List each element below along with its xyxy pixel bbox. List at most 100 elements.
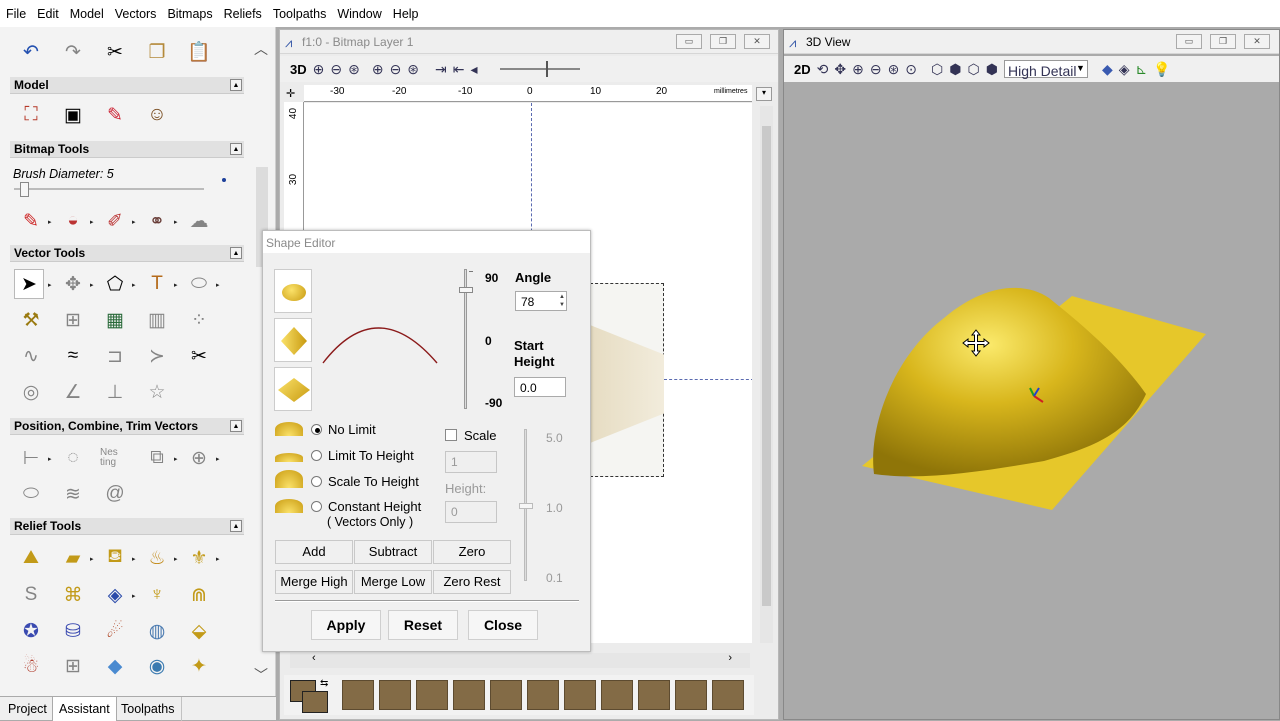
menu-file[interactable]: File bbox=[6, 7, 26, 21]
collapse-icon[interactable]: ▲ bbox=[230, 143, 242, 155]
model-size-icon[interactable]: ⛶ bbox=[16, 100, 46, 130]
top-view-icon[interactable]: ⬢ bbox=[986, 61, 998, 78]
mirror-icon[interactable]: ⊥ bbox=[100, 377, 130, 407]
colour-swatch[interactable] bbox=[416, 680, 448, 710]
colour-swatch[interactable] bbox=[453, 680, 485, 710]
relief-diamond-icon[interactable]: ◆ bbox=[100, 651, 130, 681]
shape-tool-icon[interactable]: ⬭ bbox=[184, 269, 214, 299]
relief-plane-icon[interactable]: ⬙ bbox=[184, 616, 214, 646]
scale-input[interactable]: 1 bbox=[445, 451, 497, 473]
3d-viewport[interactable] bbox=[784, 86, 1279, 719]
vertical-scrollbar[interactable] bbox=[760, 106, 773, 643]
fill-bucket-icon[interactable]: ◒ bbox=[58, 206, 88, 236]
relief-sweep-icon[interactable]: ⛾ bbox=[100, 543, 130, 573]
zoom-out-icon[interactable]: ⊖ bbox=[330, 61, 342, 78]
tab-project[interactable]: Project bbox=[2, 697, 54, 721]
paint-brush-icon[interactable]: ✎ bbox=[16, 206, 46, 236]
relief-s-icon[interactable]: S bbox=[16, 580, 46, 610]
section-relief-tools[interactable]: Relief Tools ▲ bbox=[10, 518, 244, 535]
offset-icon[interactable]: ⬭ bbox=[16, 479, 46, 509]
relief-arch-icon[interactable]: ⋒ bbox=[184, 580, 214, 610]
spiral-icon[interactable]: @ bbox=[100, 479, 130, 509]
node-edit-icon[interactable]: ⬠ bbox=[100, 269, 130, 299]
radio-constant-height[interactable] bbox=[311, 500, 322, 512]
subtract-button[interactable]: Subtract bbox=[354, 540, 432, 564]
array-icon[interactable]: ⁘ bbox=[184, 305, 214, 335]
relief-texture-icon[interactable]: ◈ bbox=[100, 580, 130, 610]
wave-icon[interactable]: ∿ bbox=[16, 341, 46, 371]
vector-draw-icon[interactable]: ⚒ bbox=[16, 305, 46, 335]
section-model[interactable]: Model ▲ bbox=[10, 77, 244, 94]
menu-toolpaths[interactable]: Toolpaths bbox=[273, 7, 327, 21]
collapse-icon[interactable]: ▲ bbox=[230, 520, 242, 532]
zigzag-icon[interactable]: ≈ bbox=[58, 341, 88, 371]
circle-dotted-icon[interactable]: ◌ bbox=[58, 443, 88, 473]
collapse-icon[interactable]: ▲ bbox=[230, 420, 242, 432]
zoom-in-icon[interactable]: ⊕ bbox=[313, 61, 325, 78]
option-constant-height[interactable]: Constant Height bbox=[275, 496, 421, 516]
waves-icon[interactable]: ≋ bbox=[58, 479, 88, 509]
restore-button[interactable]: ❐ bbox=[1210, 34, 1236, 49]
apply-button[interactable]: Apply bbox=[311, 610, 381, 640]
profile-round-button[interactable] bbox=[274, 269, 312, 313]
zoom-box-icon[interactable]: ⊙ bbox=[905, 61, 917, 78]
weld-icon[interactable]: ⊕ bbox=[184, 443, 214, 473]
cloud-icon[interactable]: ☁ bbox=[184, 206, 214, 236]
menu-vectors[interactable]: Vectors bbox=[115, 7, 157, 21]
colour-link-icon[interactable]: ⚭ bbox=[142, 206, 172, 236]
ruler-options-icon[interactable]: ▾ bbox=[756, 87, 772, 101]
cut-icon[interactable]: ✂ bbox=[100, 37, 130, 67]
zoom-out-icon[interactable]: ⊖ bbox=[870, 61, 882, 78]
relief-santa-icon[interactable]: ☃ bbox=[16, 651, 46, 681]
bracket-icon[interactable]: ⊐ bbox=[100, 341, 130, 371]
relief-smudge-icon[interactable]: ☄ bbox=[100, 616, 130, 646]
side-view-icon[interactable]: ⬡ bbox=[968, 61, 980, 78]
radio-limit-to-height[interactable] bbox=[311, 449, 322, 461]
option-limit-to-height[interactable]: Limit To Height bbox=[275, 445, 414, 465]
boxes-icon[interactable]: ⧉ bbox=[142, 443, 172, 473]
scale-checkbox[interactable] bbox=[445, 429, 457, 441]
menu-model[interactable]: Model bbox=[70, 7, 104, 21]
model-paint-icon[interactable]: ✎ bbox=[100, 100, 130, 130]
close-window-button[interactable]: ✕ bbox=[1244, 34, 1270, 49]
restore-button[interactable]: ❐ bbox=[710, 34, 736, 49]
option-scale-to-height[interactable]: Scale To Height bbox=[275, 470, 419, 491]
relief-extrude-icon[interactable]: ▰ bbox=[58, 543, 88, 573]
close-window-button[interactable]: ✕ bbox=[744, 34, 770, 49]
minimize-button[interactable]: ▭ bbox=[1176, 34, 1202, 49]
menu-help[interactable]: Help bbox=[393, 7, 419, 21]
collapse-icon[interactable]: ▲ bbox=[230, 247, 242, 259]
horizontal-scrollbar[interactable]: ‹ › bbox=[290, 652, 750, 668]
front-view-icon[interactable]: ⬢ bbox=[949, 61, 961, 78]
relief-column-icon[interactable]: ⊞ bbox=[58, 651, 88, 681]
relief-weave-icon[interactable]: ⚜ bbox=[184, 543, 214, 573]
minimize-button[interactable]: ▭ bbox=[676, 34, 702, 49]
nesting-icon[interactable]: Nes ting bbox=[100, 443, 130, 473]
menu-bitmaps[interactable]: Bitmaps bbox=[167, 7, 212, 21]
tab-assistant[interactable]: Assistant bbox=[52, 697, 117, 721]
colour-swatch[interactable] bbox=[638, 680, 670, 710]
material-icon[interactable]: ◆ bbox=[1102, 61, 1113, 78]
scroll-down-icon[interactable]: ﹀ bbox=[254, 665, 268, 685]
select-arrow-icon[interactable]: ➤ bbox=[14, 269, 44, 299]
text-tool-icon[interactable]: T bbox=[142, 269, 172, 299]
menu-reliefs[interactable]: Reliefs bbox=[224, 7, 262, 21]
zero-rest-button[interactable]: Zero Rest bbox=[433, 570, 511, 594]
grid-icon[interactable]: ⊞ bbox=[58, 305, 88, 335]
light-icon[interactable]: 💡 bbox=[1153, 61, 1170, 78]
3d-view-titlebar[interactable]: ⩘ 3D View ▭ ❐ ✕ bbox=[784, 30, 1279, 54]
paste-icon[interactable]: 📋 bbox=[184, 37, 214, 67]
height-input[interactable]: 0 bbox=[445, 501, 497, 523]
model-image-icon[interactable]: ▣ bbox=[58, 100, 88, 130]
scale-slider[interactable] bbox=[518, 429, 534, 581]
stack-icon[interactable]: ◎ bbox=[16, 377, 46, 407]
zero-button[interactable]: Zero bbox=[433, 540, 511, 564]
vector-text-icon[interactable]: ▦ bbox=[100, 305, 130, 335]
section-bitmap-tools[interactable]: Bitmap Tools ▲ bbox=[10, 141, 244, 158]
brush-slider-track[interactable] bbox=[14, 188, 204, 190]
add-button[interactable]: Add bbox=[275, 540, 353, 564]
zoom-prev-icon[interactable]: ⊖ bbox=[390, 61, 402, 78]
angle-input[interactable]: 78 ▲ ▼ bbox=[515, 291, 567, 311]
colour-swatch[interactable] bbox=[564, 680, 596, 710]
swap-colour-icon[interactable]: ⇆ bbox=[320, 678, 328, 689]
